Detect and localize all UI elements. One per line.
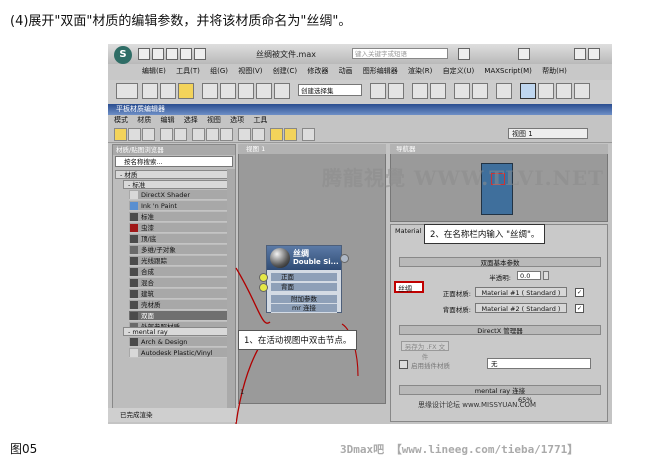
facing-material-button[interactable]: Material #1 ( Standard )	[475, 287, 567, 297]
watermark-missyuan: 思缘设计论坛 www.MISSYUAN.COM	[418, 401, 537, 409]
binoculars-icon[interactable]	[458, 48, 470, 60]
watermark-tlvi: 腾龍視覺 WWW.TLVI.NET	[322, 166, 605, 190]
minimize-icon[interactable]	[574, 48, 586, 60]
unlink-icon[interactable]	[160, 83, 176, 99]
rollout-double-sided-basic[interactable]: 双面基本参数	[399, 257, 601, 267]
render-setup-icon[interactable]	[520, 83, 536, 99]
material-node-silk[interactable]: 丝绸 Double Si... 正面 背面 附加参数 mr 连接	[266, 245, 342, 313]
rollout-directx-manager[interactable]: DirectX 管理器	[399, 325, 601, 335]
back-material-checkbox[interactable]: ✓	[575, 304, 584, 313]
3dsmax-screenshot: S 丝绸被文件.max 键入关键字或短语 编辑(E) 工具(T) 组(G) 视图…	[108, 44, 612, 424]
callout-step-2: 2、在名称栏内输入 "丝绸"。	[424, 224, 546, 244]
titlebar-buttons	[458, 48, 608, 60]
input-socket-facing[interactable]	[259, 273, 268, 282]
schematic-view-icon[interactable]	[472, 83, 488, 99]
node-extra-params[interactable]: 附加参数	[271, 295, 337, 304]
new-file-icon[interactable]	[138, 48, 150, 60]
translucency-spinner[interactable]	[543, 271, 549, 280]
figure-label: 图05	[10, 442, 38, 456]
menu-modifiers[interactable]: 修改器	[307, 67, 328, 75]
material-preview-sphere	[270, 248, 290, 268]
align-icon[interactable]	[388, 83, 404, 99]
plugin-material-dropdown[interactable]: 无	[487, 358, 591, 369]
quick-access-toolbar	[138, 48, 208, 60]
selection-filter-dropdown[interactable]	[116, 83, 138, 99]
node-mr-connection[interactable]: mr 连接	[271, 304, 337, 313]
select-object-icon[interactable]	[178, 83, 194, 99]
menu-edit[interactable]: 编辑(E)	[142, 67, 166, 75]
navigator-tab: 导航器	[390, 144, 608, 154]
slot-facing: 正面	[271, 273, 337, 282]
window-title: 丝绸被文件.max	[256, 50, 316, 59]
save-file-icon[interactable]	[166, 48, 178, 60]
named-selection-set-field[interactable]: 创建选择集	[298, 84, 362, 96]
select-by-name-icon[interactable]	[202, 83, 218, 99]
input-socket-back[interactable]	[259, 283, 268, 292]
undo-icon[interactable]	[180, 48, 192, 60]
close-icon[interactable]	[588, 48, 600, 60]
menu-group[interactable]: 组(G)	[210, 67, 228, 75]
app-logo-icon[interactable]: S	[114, 46, 132, 64]
node-header: 丝绸 Double Si...	[267, 246, 341, 270]
facing-material-checkbox[interactable]: ✓	[575, 288, 584, 297]
page-indicator: 1	[240, 388, 245, 396]
curve-editor-icon[interactable]	[454, 83, 470, 99]
enable-plugin-checkbox[interactable]	[399, 360, 408, 369]
slot-back: 背面	[271, 283, 337, 292]
mirror-icon[interactable]	[370, 83, 386, 99]
slate-material-editor: 平板材质编辑器 模式 材质 编辑 选择 视图 选项 工具 视图 1 材质/贴图浏…	[108, 104, 612, 424]
save-fx-button[interactable]: 另存为 .FX 文件	[401, 341, 449, 361]
translucency-label: 半透明:	[489, 274, 511, 282]
material-name-field[interactable]: 丝绸	[394, 281, 424, 293]
sme-status-bar: 已完成渲染	[108, 408, 236, 422]
help-icon[interactable]	[518, 48, 530, 60]
menu-tools[interactable]: 工具(T)	[176, 67, 200, 75]
layer-manager-icon[interactable]	[412, 83, 428, 99]
enable-plugin-label: 启用插件材质	[411, 362, 450, 370]
menu-help[interactable]: 帮助(H)	[542, 67, 567, 75]
main-toolbar: 创建选择集	[108, 80, 612, 105]
back-material-button[interactable]: Material #2 ( Standard )	[475, 303, 567, 313]
app-titlebar: S 丝绸被文件.max 键入关键字或短语	[108, 44, 612, 64]
rollout-mental-ray-connection[interactable]: mental ray 连接	[399, 385, 601, 395]
render-production-icon[interactable]	[556, 83, 572, 99]
translucency-input[interactable]: 0.0	[517, 271, 541, 280]
rendered-frame-window-icon[interactable]	[538, 83, 554, 99]
select-link-icon[interactable]	[142, 83, 158, 99]
menu-graph-editors[interactable]: 图形编辑器	[363, 67, 398, 75]
footer-credit: 3Dmax吧 【www.lineeg.com/tieba/1771】	[340, 443, 579, 456]
menu-maxscript[interactable]: MAXScript(M)	[484, 67, 531, 75]
output-socket[interactable]	[340, 254, 349, 263]
graphite-toolbar-icon[interactable]	[430, 83, 446, 99]
open-file-icon[interactable]	[152, 48, 164, 60]
param-header: Material	[395, 227, 422, 235]
redo-icon[interactable]	[194, 48, 206, 60]
menu-animation[interactable]: 动画	[339, 67, 353, 75]
rectangle-selection-icon[interactable]	[220, 83, 236, 99]
rotate-icon[interactable]	[274, 83, 290, 99]
menu-views[interactable]: 视图(V)	[238, 67, 262, 75]
tutorial-caption: (4)展开"双面"材质的编辑参数，并将该材质命名为"丝绸"。	[10, 14, 352, 29]
material-editor-icon[interactable]	[496, 83, 512, 99]
render-teapot-icon[interactable]	[574, 83, 590, 99]
menu-customize[interactable]: 自定义(U)	[443, 67, 475, 75]
callout-step-1: 1、在活动视图中双击节点。	[238, 330, 358, 350]
help-search-input[interactable]: 键入关键字或短语	[352, 48, 448, 59]
main-menubar: 编辑(E) 工具(T) 组(G) 视图(V) 创建(C) 修改器 动画 图形编辑…	[142, 66, 612, 78]
parameter-editor: Material 双面基本参数 半透明: 0.0 正面材质: Material …	[390, 224, 608, 422]
window-crossing-icon[interactable]	[238, 83, 254, 99]
node-subtitle: Double Si...	[293, 258, 339, 266]
menu-rendering[interactable]: 渲染(R)	[408, 67, 432, 75]
back-material-label: 背面材质:	[442, 306, 471, 314]
menu-create[interactable]: 创建(C)	[273, 67, 297, 75]
move-icon[interactable]	[256, 83, 272, 99]
